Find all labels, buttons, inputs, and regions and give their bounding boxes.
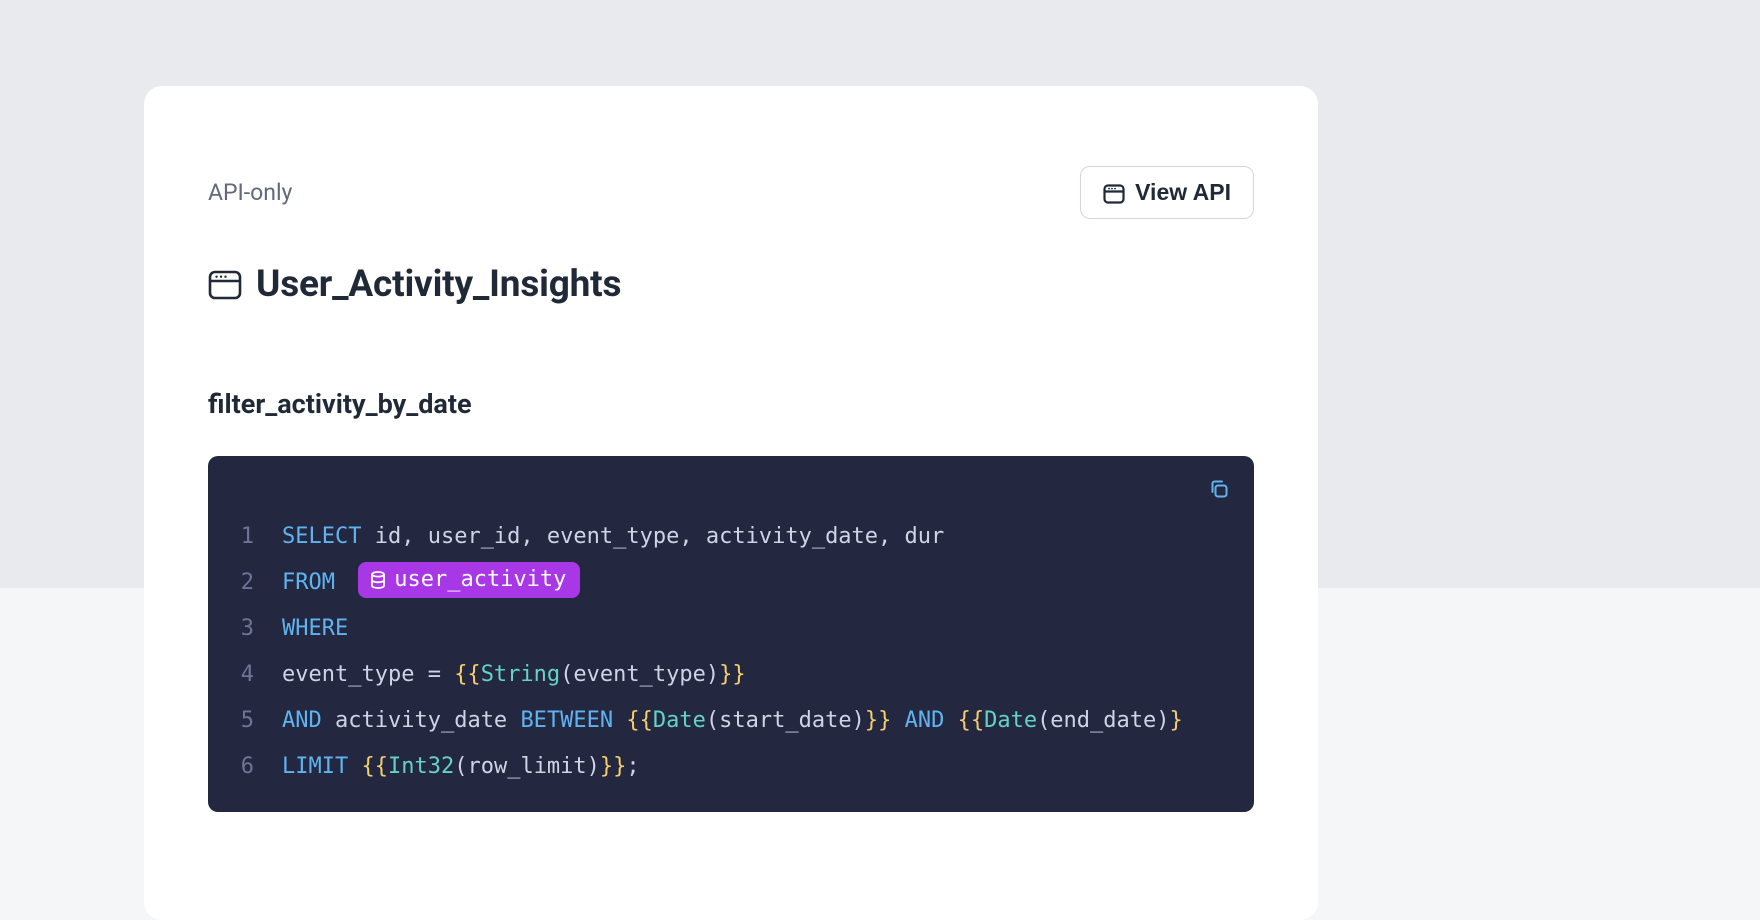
- view-api-button[interactable]: View API: [1080, 166, 1254, 219]
- line-number: 4: [230, 652, 282, 698]
- template-brace: }}: [865, 708, 892, 733]
- type-token: Int32: [388, 754, 454, 779]
- line-number: 5: [230, 698, 282, 744]
- template-brace: {{: [958, 708, 985, 733]
- code-line-6: 6 LIMIT {{Int32(row_limit)}};: [230, 744, 1232, 790]
- table-name: user_activity: [394, 565, 566, 596]
- type-token: Date: [984, 708, 1037, 733]
- code-line-2: 2 FROM user_activity: [230, 560, 1232, 606]
- code-text: [348, 754, 361, 779]
- template-brace: {{: [626, 708, 653, 733]
- line-number: 3: [230, 606, 282, 652]
- template-brace: }}: [719, 662, 746, 687]
- section-heading: filter_activity_by_date: [208, 388, 1254, 420]
- app-window-icon: [208, 270, 242, 300]
- template-brace: {{: [454, 662, 481, 687]
- code-text: (event_type): [560, 662, 719, 687]
- main-card: API-only View API: [144, 86, 1318, 920]
- line-number: 1: [230, 514, 282, 560]
- code-text: [613, 708, 626, 733]
- keyword-between: BETWEEN: [520, 708, 613, 733]
- copy-button[interactable]: [1204, 474, 1234, 504]
- copy-icon: [1208, 478, 1230, 500]
- code-text: activity_date: [322, 708, 521, 733]
- code-text: (row_limit): [454, 754, 600, 779]
- code-text: ;: [626, 754, 639, 779]
- code-text: id, user_id, event_type, activity_date, …: [361, 524, 944, 549]
- app-window-icon: [1103, 183, 1125, 203]
- title-row: User_Activity_Insights: [208, 263, 1254, 306]
- template-brace: }: [1170, 708, 1183, 733]
- view-api-label: View API: [1135, 179, 1231, 206]
- code-text: (end_date): [1037, 708, 1169, 733]
- template-brace: }}: [600, 754, 627, 779]
- keyword-from: FROM: [282, 570, 335, 595]
- keyword-limit: LIMIT: [282, 754, 348, 779]
- code-line-5: 5 AND activity_date BETWEEN {{Date(start…: [230, 698, 1232, 744]
- page-title: User_Activity_Insights: [256, 263, 621, 306]
- database-icon: [370, 571, 386, 589]
- code-panel: 1 SELECT id, user_id, event_type, activi…: [208, 456, 1254, 812]
- template-brace: {{: [361, 754, 388, 779]
- code-line-3: 3 WHERE: [230, 606, 1232, 652]
- code-text: event_type =: [282, 662, 454, 687]
- header-row: API-only View API: [208, 166, 1254, 219]
- line-number: 2: [230, 560, 282, 606]
- keyword-where: WHERE: [282, 606, 348, 652]
- keyword-and: AND: [891, 708, 957, 733]
- keyword-select: SELECT: [282, 524, 361, 549]
- api-only-badge: API-only: [208, 179, 292, 206]
- type-token: String: [481, 662, 560, 687]
- code-text: (start_date): [706, 708, 865, 733]
- line-number: 6: [230, 744, 282, 790]
- table-chip[interactable]: user_activity: [358, 562, 580, 599]
- type-token: Date: [653, 708, 706, 733]
- code-line-4: 4 event_type = {{String(event_type)}}: [230, 652, 1232, 698]
- code-line-1: 1 SELECT id, user_id, event_type, activi…: [230, 514, 1232, 560]
- keyword-and: AND: [282, 708, 322, 733]
